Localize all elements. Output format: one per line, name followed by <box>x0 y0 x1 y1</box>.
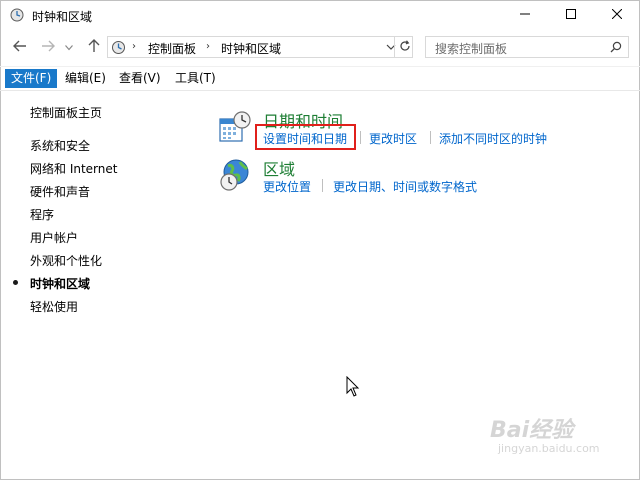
breadcrumb-separator: › <box>132 41 136 52</box>
maximize-button[interactable] <box>548 0 594 30</box>
minimize-button[interactable] <box>502 0 548 30</box>
sidebar-item-hardware-sound[interactable]: 硬件和声音 <box>30 183 90 200</box>
address-bar[interactable]: › 控制面板 › 时钟和区域 <box>107 36 413 58</box>
forward-arrow-icon <box>41 40 55 55</box>
sidebar-item-clock-region: 时钟和区域 <box>30 277 91 291</box>
control-panel-icon <box>111 40 126 55</box>
sidebar-item-system-security[interactable]: 系统和安全 <box>30 137 90 154</box>
sidebar-item-control-panel-home[interactable]: 控制面板主页 <box>30 104 102 121</box>
menu-bar: 文件(F) 编辑(E) 查看(V) 工具(T) <box>0 66 640 91</box>
maximize-icon <box>566 8 576 22</box>
breadcrumb-clock-region[interactable]: 时钟和区域 <box>221 40 281 57</box>
back-button[interactable] <box>12 39 28 55</box>
link-separator <box>360 131 361 144</box>
forward-button[interactable] <box>40 39 56 55</box>
close-button[interactable] <box>594 0 640 30</box>
search-icon[interactable] <box>610 41 622 53</box>
watermark-text: Bai经验 <box>490 418 574 443</box>
watermark-logo: Bai经验 jingyan.baidu.com <box>490 412 610 462</box>
watermark-url: jingyan.baidu.com <box>498 442 600 455</box>
link-separator <box>322 179 323 192</box>
sidebar-item-network-internet[interactable]: 网络和 Internet <box>30 160 117 177</box>
menu-tools[interactable]: 工具(T) <box>169 69 222 88</box>
category-region-title[interactable]: 区域 <box>263 156 295 180</box>
change-location-link[interactable]: 更改位置 <box>263 178 311 195</box>
breadcrumb-separator: › <box>206 41 210 52</box>
search-input[interactable]: 搜索控制面板 <box>425 36 629 58</box>
sidebar-item-appearance[interactable]: 外观和个性化 <box>30 252 102 269</box>
mouse-cursor-icon <box>346 375 360 398</box>
sidebar-item-user-accounts[interactable]: 用户帐户 <box>30 229 78 246</box>
current-item-bullet <box>13 280 18 285</box>
add-clocks-link[interactable]: 添加不同时区的时钟 <box>439 130 547 147</box>
refresh-icon <box>399 39 411 55</box>
sidebar-item-programs[interactable]: 程序 <box>30 206 54 223</box>
breadcrumb-control-panel[interactable]: 控制面板 <box>148 40 196 57</box>
sidebar-item-ease-of-access[interactable]: 轻松使用 <box>30 298 78 315</box>
link-separator <box>430 131 431 144</box>
annotation-highlight-box <box>255 124 356 150</box>
menu-edit[interactable]: 编辑(E) <box>59 69 112 88</box>
recent-locations-button[interactable] <box>64 39 74 55</box>
calendar-clock-icon[interactable] <box>218 111 252 145</box>
window-title: 时钟和区域 <box>32 10 93 24</box>
chevron-down-icon <box>65 40 73 54</box>
up-button[interactable] <box>86 38 102 56</box>
control-panel-clock-icon <box>10 8 24 22</box>
search-placeholder: 搜索控制面板 <box>435 42 508 56</box>
up-arrow-icon <box>88 38 100 56</box>
close-icon <box>611 8 623 22</box>
change-formats-link[interactable]: 更改日期、时间或数字格式 <box>333 178 477 195</box>
minimize-icon <box>520 8 530 22</box>
refresh-button[interactable] <box>394 37 414 57</box>
menu-view[interactable]: 查看(V) <box>113 69 167 88</box>
globe-clock-icon[interactable] <box>218 158 252 192</box>
back-arrow-icon <box>13 40 27 55</box>
change-time-zone-link[interactable]: 更改时区 <box>369 130 417 147</box>
menu-file[interactable]: 文件(F) <box>5 69 58 88</box>
title-bar: 时钟和区域 <box>0 0 640 30</box>
